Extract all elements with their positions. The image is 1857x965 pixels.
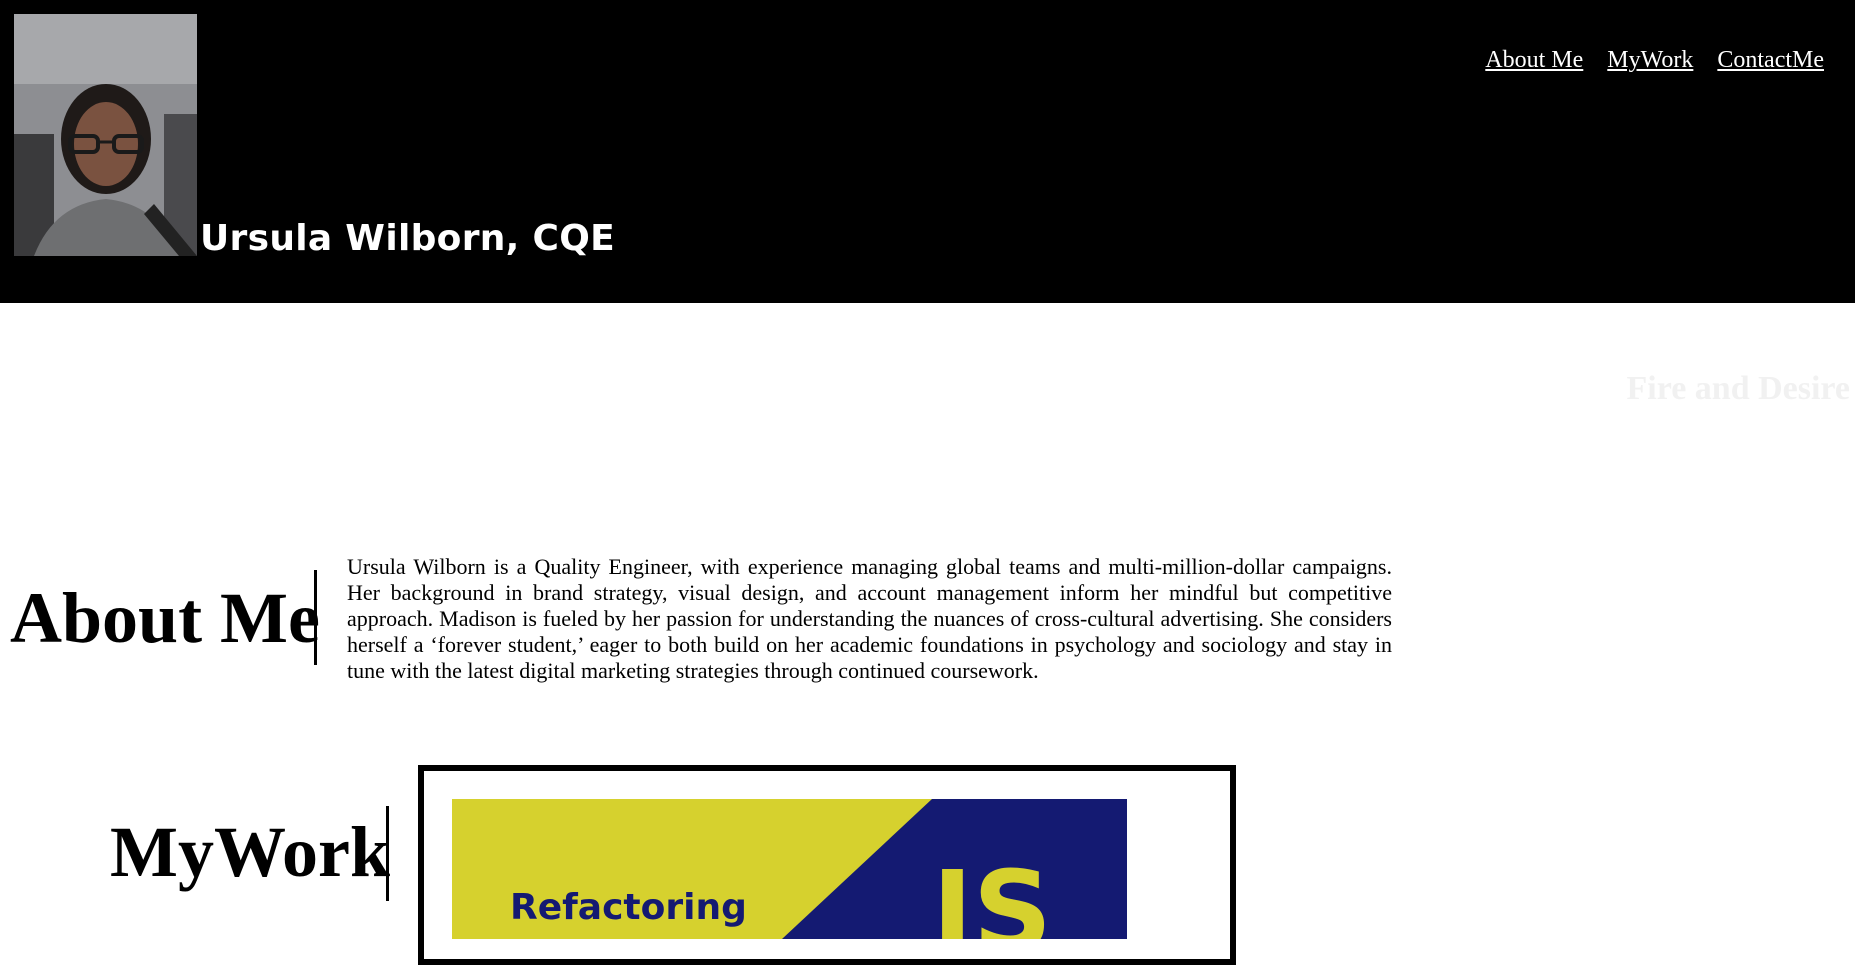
nav-link-contactme[interactable]: ContactMe [1717,47,1824,74]
main-nav: About Me MyWork ContactMe [1485,47,1824,74]
profile-photo-image [14,14,197,256]
project-badge: JS [925,847,1052,939]
project-thumbnail[interactable]: Refactoring JS [452,799,1127,939]
project-title: Refactoring [510,887,747,928]
nav-link-about-me[interactable]: About Me [1485,47,1583,74]
nav-link-mywork[interactable]: MyWork [1607,47,1693,74]
project-thumbnail-image: Refactoring JS [452,799,1127,939]
about-divider [314,570,317,665]
about-text: Ursula Wilborn is a Quality Engineer, wi… [347,554,1392,683]
work-heading: MyWork [110,812,390,892]
about-heading: About Me [10,578,320,658]
site-title: Ursula Wilborn, CQE [200,218,616,259]
site-header: Ursula Wilborn, CQE About Me MyWork Cont… [0,0,1855,303]
work-divider [386,806,389,901]
profile-photo [14,14,197,256]
hero-tagline: Fire and Desire [1626,370,1851,407]
